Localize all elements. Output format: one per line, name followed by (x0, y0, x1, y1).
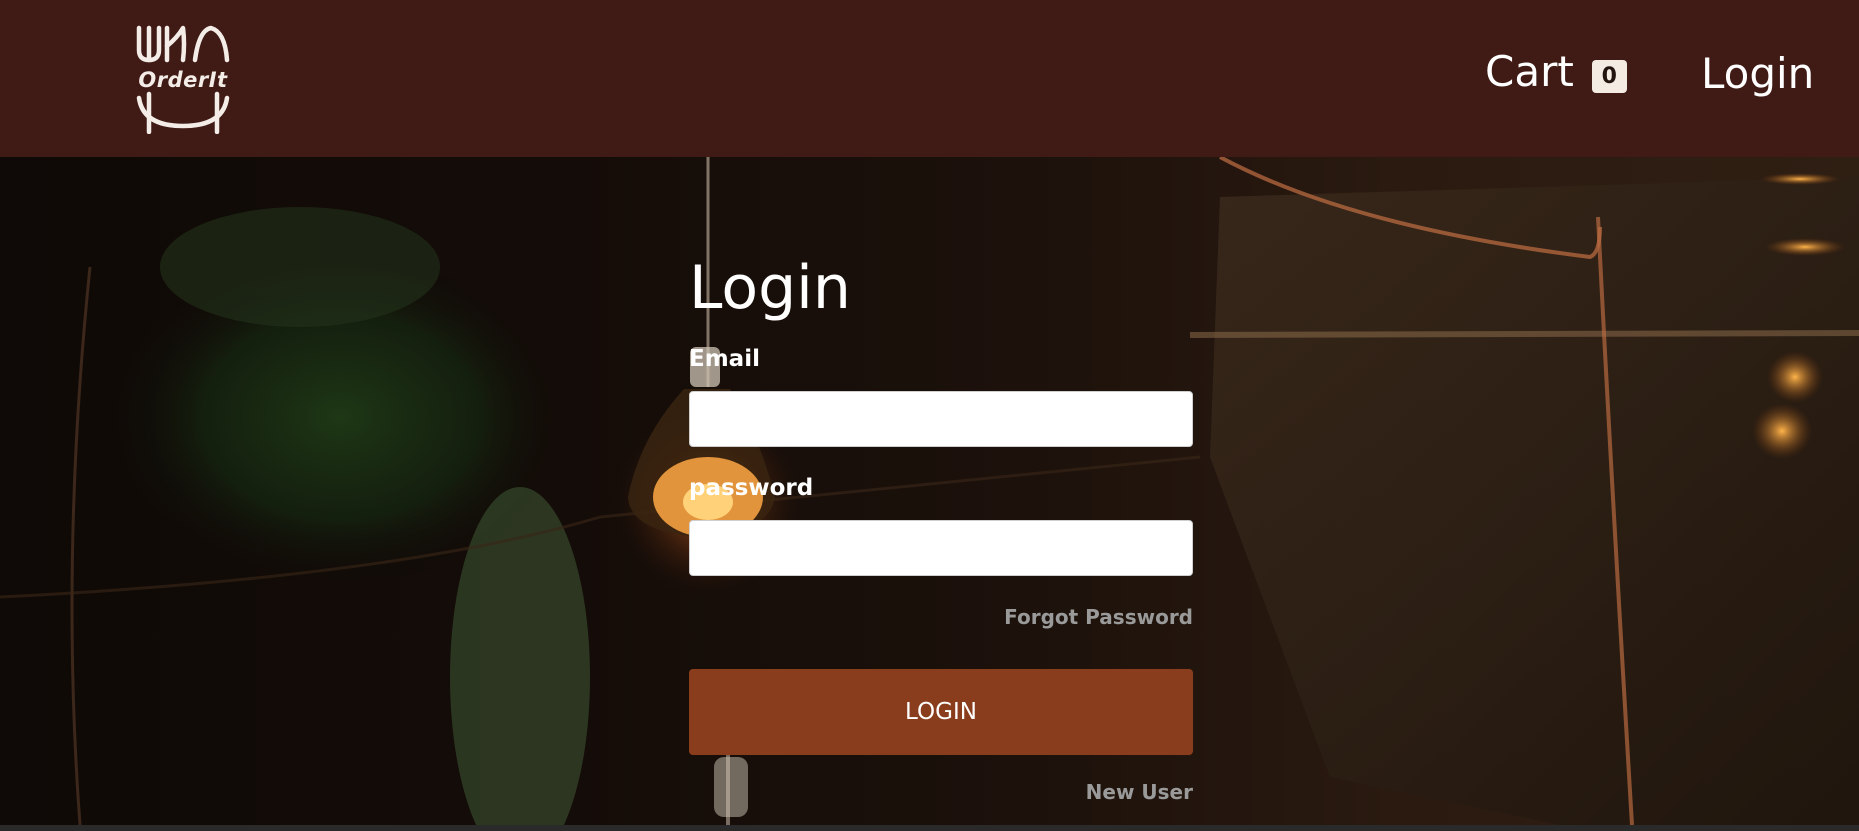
forgot-password-link[interactable]: Forgot Password (1004, 602, 1193, 632)
cart-label: Cart (1485, 47, 1574, 96)
nav-login-link[interactable]: Login (1701, 44, 1814, 104)
page: OrderIt Cart 0 Login Login Email passwor… (0, 0, 1859, 831)
login-title: Login (689, 253, 851, 323)
new-user-link[interactable]: New User (1086, 777, 1193, 807)
cart-count-badge: 0 (1591, 59, 1627, 93)
password-field[interactable] (689, 520, 1193, 576)
brand-name: OrderIt (138, 68, 228, 92)
email-label: Email (689, 346, 760, 372)
login-button[interactable]: LOGIN (689, 669, 1193, 755)
email-field[interactable] (689, 391, 1193, 447)
password-label: password (689, 475, 814, 501)
brand-logo[interactable]: OrderIt (133, 24, 233, 134)
cart-link[interactable]: Cart 0 (1485, 44, 1627, 100)
top-navbar: OrderIt Cart 0 Login (0, 0, 1859, 157)
bottom-edge-bar (0, 825, 1859, 831)
